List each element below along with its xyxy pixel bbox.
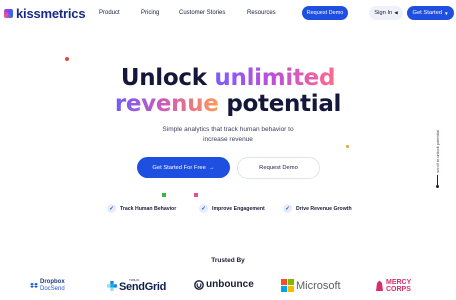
brand-logo[interactable]: kissmetrics [4,6,86,21]
microsoft-logo: Microsoft [281,279,341,292]
chevron-down-icon: ▼ [444,10,449,16]
docsend-text: DocSend [40,286,65,292]
get-started-free-label: Get Started For Free [152,164,206,171]
feature-item: ✓ Drive Revenue Growth [283,204,352,213]
headline-word-unlimited: unlimited [214,65,336,91]
decor-dot-orange [346,145,349,148]
feature-label: Track Human Behavior [120,205,177,212]
check-icon: ✓ [107,204,116,213]
get-started-nav-button[interactable]: Get Started ▼ [407,6,454,20]
get-started-free-button[interactable]: Get Started For Free → [137,157,230,178]
nav-link-pricing[interactable]: Pricing [141,10,159,16]
dropbox-text: Dropbox [40,279,65,285]
feature-item: ✓ Track Human Behavior [107,204,176,213]
decor-dot-red [65,57,69,61]
brand-name: kissmetrics [16,6,86,21]
mercy-text: MERCY [386,279,412,286]
hero-headline-line2: revenue potential [0,93,456,116]
nav-link-customer-stories[interactable]: Customer Stories [179,10,225,16]
headline-word-potential: potential [226,91,342,117]
microsoft-text: Microsoft [296,279,341,292]
get-started-label: Get Started [412,10,443,16]
hero-subtitle: Simple analytics that track human behavi… [162,126,294,143]
feature-item: ✓ Improve Engagement [199,204,265,213]
kissmetrics-logo-icon [4,9,13,18]
microsoft-icon [281,279,294,292]
customer-logo-row: Dropbox DocSend TWILIO SendGrid unbounce [0,279,456,299]
sendgrid-logo: TWILIO SendGrid [107,279,166,293]
headline-word-revenue: revenue [114,91,219,117]
sendgrid-icon [107,281,117,291]
request-demo-nav-button[interactable]: Request Demo [302,6,348,20]
hero-headline-line1: Unlock unlimited [0,67,456,90]
chevron-right-icon: ◀ [394,10,398,15]
arrow-right-icon: → [208,164,215,171]
sign-in-label: Sign In [374,10,393,16]
nav-link-product[interactable]: Product [99,10,120,16]
unbounce-icon [194,279,204,290]
mercy-corps-logo: MERCY CORPS [375,279,411,293]
unbounce-logo: unbounce [194,279,254,290]
corps-text: CORPS [386,286,411,293]
trusted-by-heading: Trusted By [211,257,245,264]
decor-square-pink [194,193,198,197]
check-icon: ✓ [199,204,208,213]
mercy-corps-icon [376,280,383,291]
feature-label: Improve Engagement [212,205,265,212]
sendgrid-text: SendGrid [119,281,167,293]
unbounce-text: unbounce [206,279,254,290]
sign-in-button[interactable]: Sign In ◀ [369,6,403,20]
scroll-hint[interactable]: scroll to unlock potential [432,130,442,190]
scroll-line [436,174,438,185]
feature-label: Drive Revenue Growth [296,205,352,212]
request-demo-hero-button[interactable]: Request Demo [237,157,320,179]
dropbox-icon [30,282,38,288]
scroll-hint-label: scroll to unlock potential [434,130,440,173]
check-icon: ✓ [283,204,292,213]
dropbox-docsend-logo: Dropbox DocSend [30,279,65,293]
decor-square-green [162,193,166,197]
headline-word-unlock: Unlock [120,65,207,91]
scroll-dot-icon [435,184,439,188]
nav-link-resources[interactable]: Resources [247,10,276,16]
